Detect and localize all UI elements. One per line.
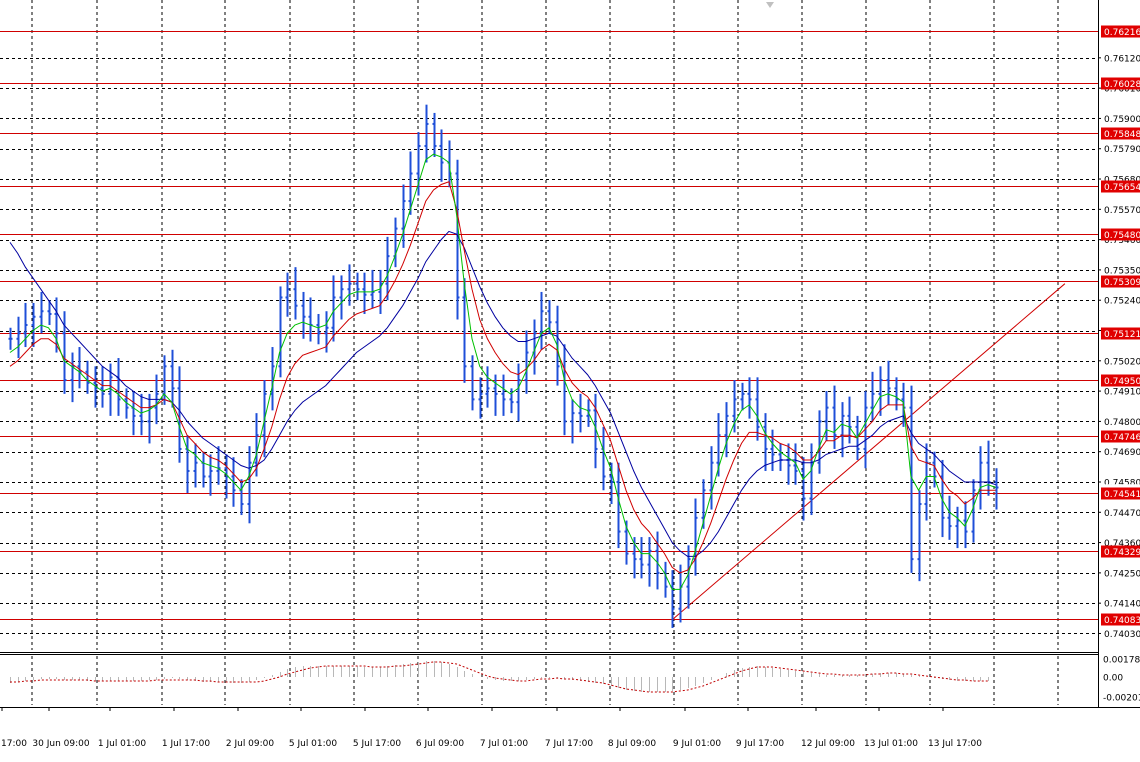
osc-tick-label: 0.001784 [1103,656,1140,666]
level-label: 0.74746 [1104,433,1140,443]
osc-tick-label: -0.00201 [1103,694,1140,704]
x-tick-label: 1 Jul 01:00 [98,739,147,749]
level-label: 0.75848 [1104,130,1140,140]
x-tick-label: 13 Jul 01:00 [864,739,918,749]
y-tick-label: 0.74140 [1104,600,1140,610]
x-tick-label: 17:00 [1,739,27,749]
y-tick-label: 0.74030 [1104,630,1140,640]
y-tick-label: 0.74690 [1104,448,1140,458]
level-label: 0.76216 [1104,28,1140,38]
level-label: 0.75309 [1104,278,1140,288]
x-tick-label: 30 Jun 09:00 [32,739,89,749]
y-tick-label: 0.75020 [1104,357,1140,367]
level-label: 0.74541 [1104,490,1140,500]
level-label: 0.75654 [1104,183,1140,193]
y-tick-label: 0.74470 [1104,509,1140,519]
x-tick-label: 13 Jul 17:00 [928,739,982,749]
x-tick-label: 9 Jul 01:00 [673,739,722,749]
y-tick-label: 0.75570 [1104,206,1140,216]
level-label: 0.74329 [1104,548,1140,558]
forex-chart[interactable]: 0.0017840.00-0.00201 0.761200.760100.759… [0,0,1140,758]
x-tick-label: 7 Jul 17:00 [545,739,594,749]
x-tick-label: 2 Jul 09:00 [226,739,275,749]
level-label: 0.74083 [1104,616,1140,626]
y-tick-label: 0.74910 [1104,388,1140,398]
y-tick-label: 0.75900 [1104,115,1140,125]
y-tick-label: 0.74250 [1104,569,1140,579]
level-label: 0.75121 [1104,330,1140,340]
y-tick-label: 0.75240 [1104,297,1140,307]
x-tick-label: 1 Jul 17:00 [162,739,211,749]
x-tick-label: 5 Jul 01:00 [289,739,338,749]
x-tick-label: 5 Jul 17:00 [353,739,402,749]
chart-canvas[interactable]: 0.0017840.00-0.00201 0.761200.760100.759… [0,0,1140,758]
x-tick-label: 12 Jul 09:00 [801,739,855,749]
y-tick-label: 0.76120 [1104,54,1140,64]
level-label: 0.75480 [1104,231,1140,241]
x-tick-label: 7 Jul 01:00 [480,739,529,749]
x-tick-label: 9 Jul 17:00 [736,739,785,749]
osc-tick-label: 0.00 [1103,674,1123,684]
x-tick-label: 8 Jul 09:00 [608,739,657,749]
y-tick-label: 0.75350 [1104,266,1140,276]
x-tick-label: 6 Jul 09:00 [416,739,465,749]
level-label: 0.74950 [1104,377,1140,387]
y-tick-label: 0.75790 [1104,145,1140,155]
y-tick-label: 0.74800 [1104,418,1140,428]
level-label: 0.76028 [1104,80,1140,90]
